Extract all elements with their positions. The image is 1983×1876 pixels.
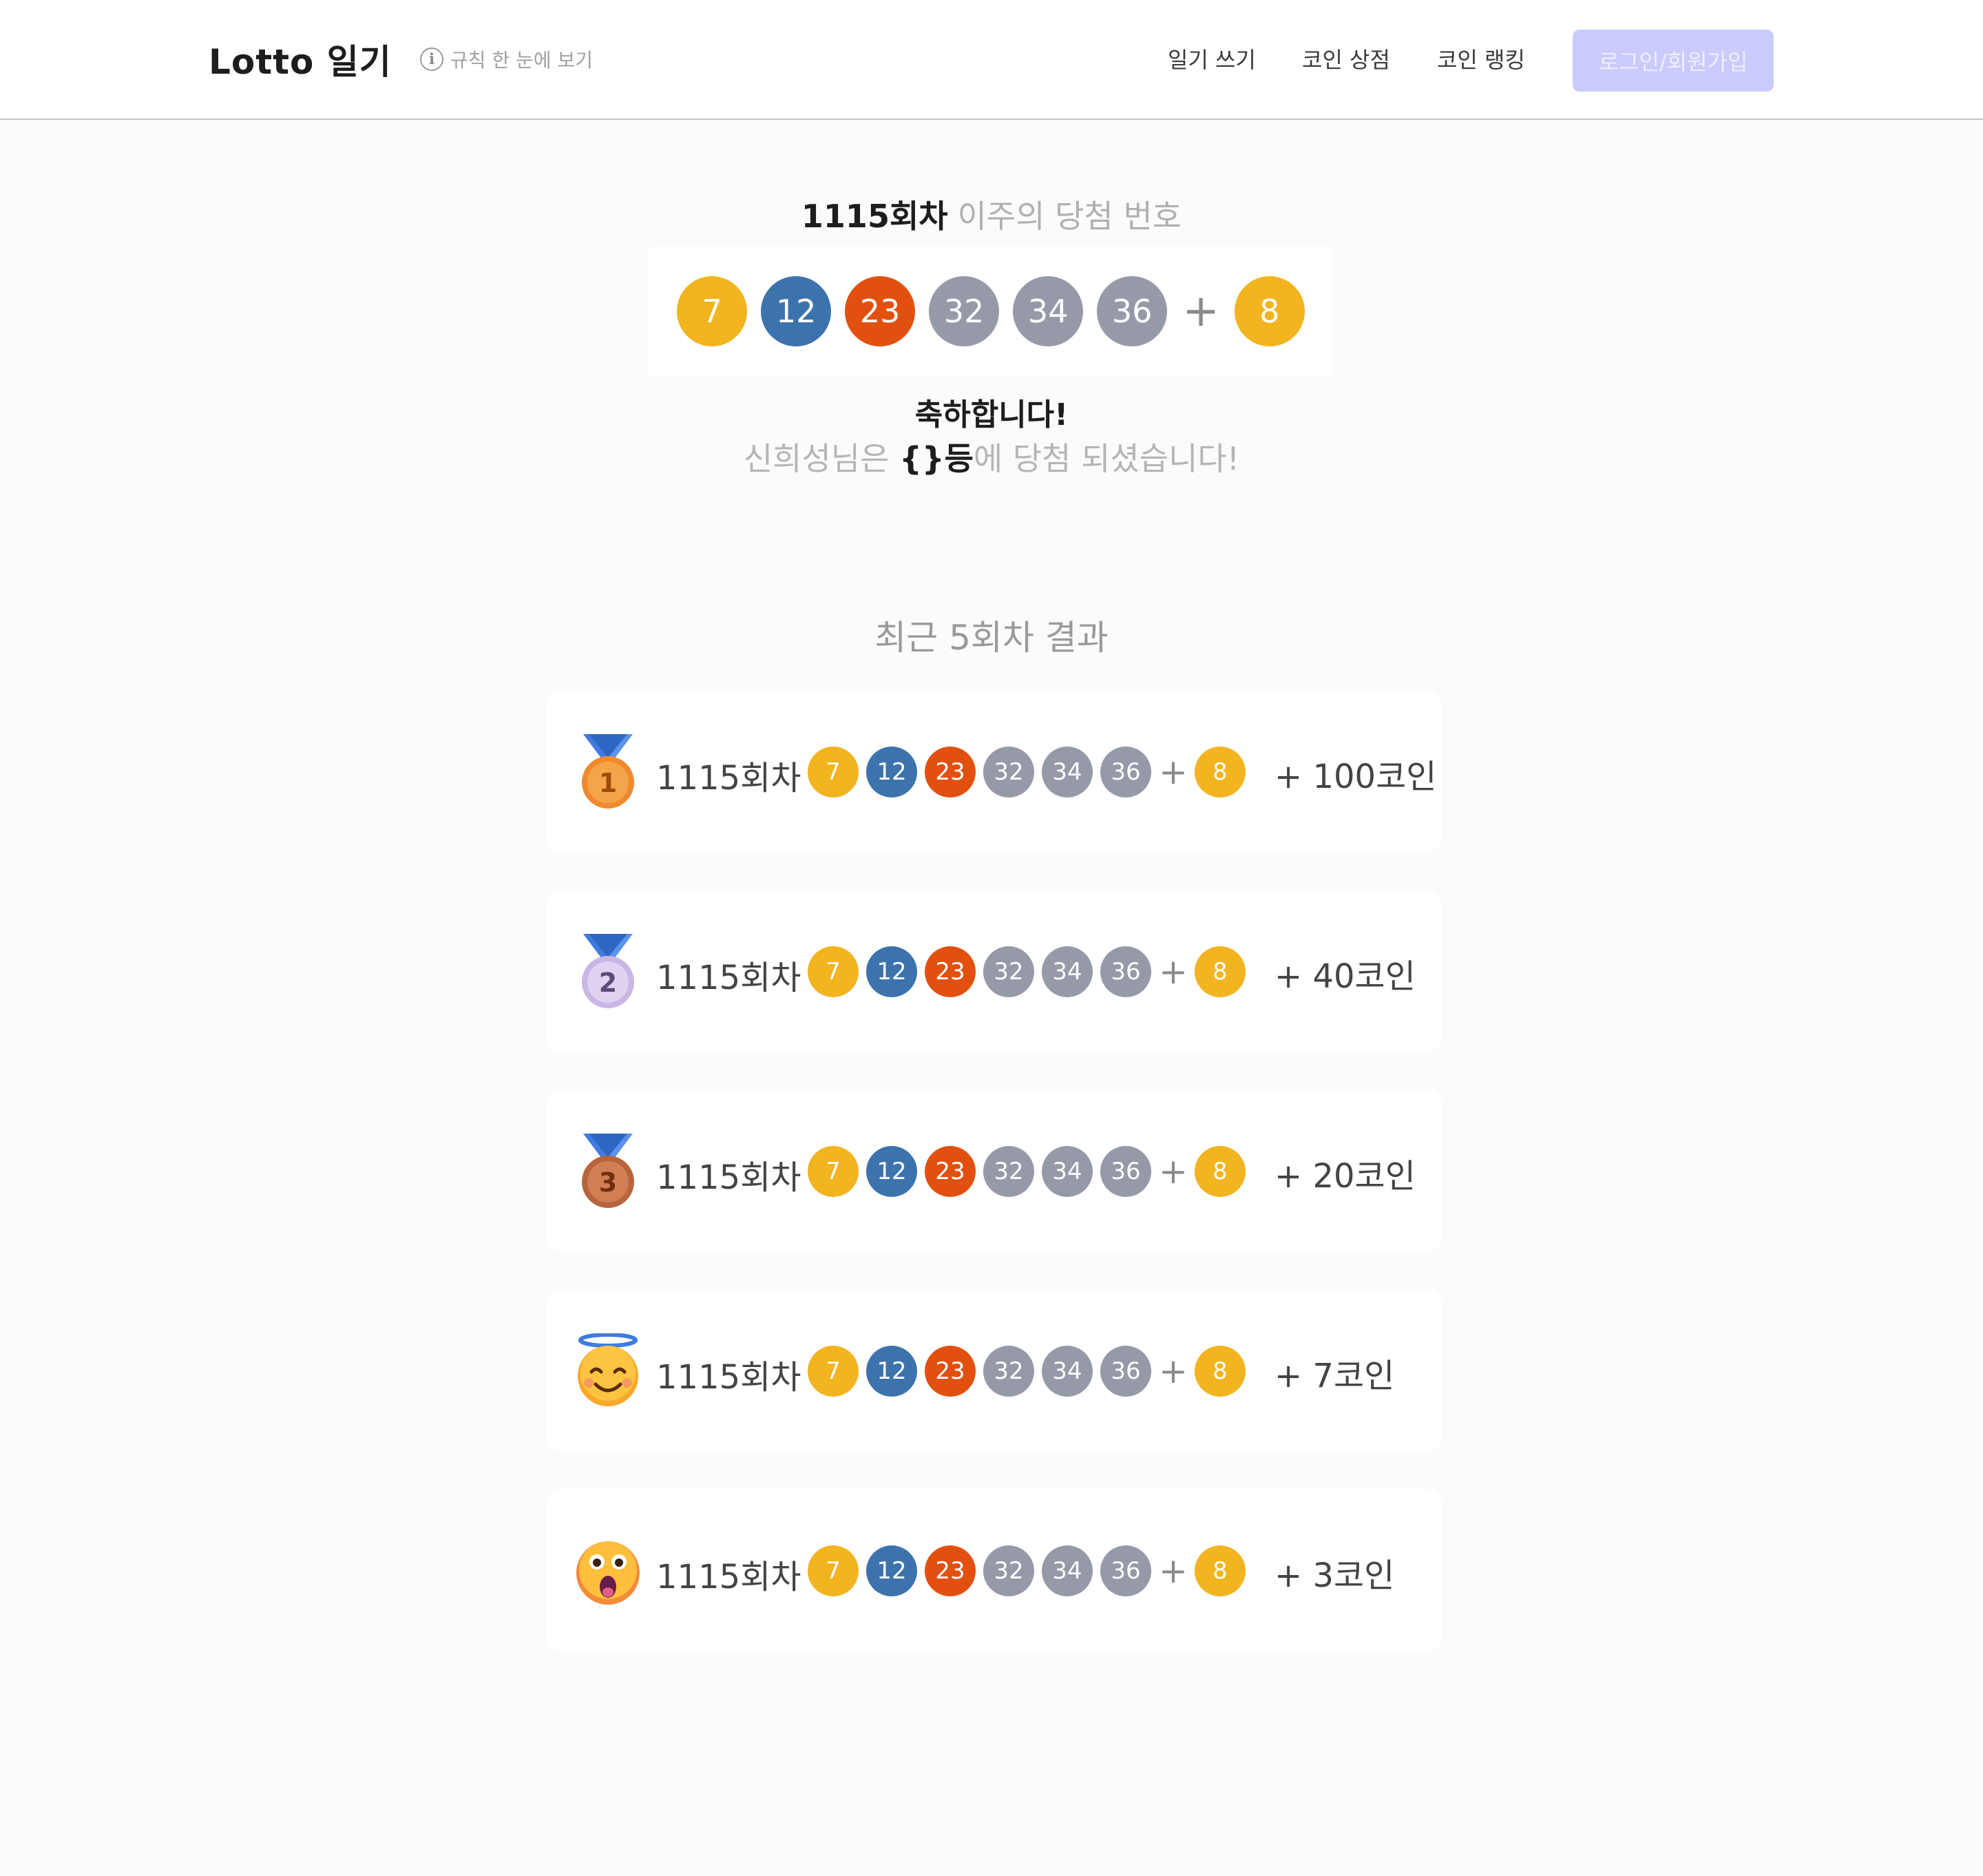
nav-coin-ranking[interactable]: 코인 랭킹 — [1437, 43, 1525, 74]
lotto-ball: 12 — [761, 276, 832, 346]
lotto-ball: 34 — [1013, 276, 1084, 346]
lotto-ball: 7 — [808, 1346, 859, 1397]
lotto-ball: 23 — [925, 946, 976, 997]
lotto-ball: 36 — [1100, 1146, 1151, 1197]
result-round: 1115회차 — [656, 1158, 801, 1197]
logo[interactable]: Lotto 일기 — [209, 34, 392, 84]
lotto-ball: 7 — [808, 946, 859, 997]
nav-coin-shop[interactable]: 코인 상점 — [1302, 43, 1390, 74]
lotto-ball: 34 — [1042, 1346, 1093, 1397]
result-card[interactable]: 3 1115회차 7 12 23 32 34 36 +8 + 20코인 — [546, 1090, 1442, 1252]
lotto-ball: 23 — [925, 1346, 976, 1397]
congrats-heading: 축하합니다! — [914, 397, 1069, 432]
bonus-ball: 8 — [1194, 1545, 1246, 1596]
lotto-ball: 12 — [866, 1346, 917, 1397]
lotto-ball: 12 — [866, 1545, 917, 1596]
coin-reward: + 20코인 — [1274, 1157, 1416, 1196]
result-round: 1115회차 — [656, 959, 801, 997]
lotto-ball: 32 — [983, 1146, 1034, 1197]
winning-numbers: 7 12 23 32 34 36 +8 — [649, 247, 1333, 376]
lotto-ball: 34 — [1042, 747, 1093, 798]
result-numbers: 7 12 23 32 34 36 +8 — [808, 1545, 1253, 1596]
result-round: 1115회차 — [656, 1558, 801, 1596]
result-card[interactable]: 1 1115회차 7 12 23 32 34 36 +8 + 100코인 — [546, 690, 1442, 853]
lotto-ball: 36 — [1100, 747, 1151, 798]
bonus-plus-sign: + — [1159, 952, 1188, 992]
svg-text:2: 2 — [599, 968, 617, 998]
bonus-ball: 8 — [1234, 276, 1305, 346]
lotto-ball: 7 — [808, 1545, 859, 1596]
lotto-ball: 36 — [1100, 946, 1151, 997]
result-card[interactable]: 1115회차 7 12 23 32 34 36 +8 + 7코인 — [546, 1289, 1442, 1452]
result-numbers: 7 12 23 32 34 36 +8 — [808, 1146, 1253, 1197]
bonus-plus-sign: + — [1159, 1551, 1188, 1591]
lotto-ball: 34 — [1042, 1146, 1093, 1197]
svg-text:1: 1 — [599, 768, 617, 798]
lotto-ball: 32 — [983, 946, 1034, 997]
coin-reward: + 40코인 — [1274, 957, 1416, 996]
bonus-ball: 8 — [1194, 747, 1246, 798]
result-round: 1115회차 — [656, 759, 801, 798]
result-numbers: 7 12 23 32 34 36 +8 — [808, 946, 1253, 997]
this-week-title: 1115회차 이주의 당첨 번호 — [0, 191, 1983, 237]
result-message-suffix: 에 당첨 되셨습니다! — [973, 440, 1240, 477]
bonus-plus-sign: + — [1159, 752, 1188, 792]
lotto-ball: 7 — [808, 1146, 859, 1197]
result-numbers: 7 12 23 32 34 36 +8 — [808, 747, 1253, 798]
bonus-plus-sign: + — [1159, 1151, 1188, 1191]
lotto-ball: 23 — [925, 1545, 976, 1596]
nav-write-diary[interactable]: 일기 쓰기 — [1168, 43, 1256, 74]
astonished-face-icon — [574, 1533, 642, 1607]
bonus-ball: 8 — [1194, 1146, 1246, 1197]
login-signup-button[interactable]: 로그인/회원가입 — [1573, 30, 1774, 92]
lotto-ball: 36 — [1097, 276, 1168, 346]
lotto-ball: 12 — [866, 946, 917, 997]
lotto-ball: 12 — [866, 1146, 917, 1197]
coin-reward: + 3코인 — [1274, 1556, 1395, 1595]
lotto-ball: 36 — [1100, 1346, 1151, 1397]
lotto-ball: 12 — [866, 747, 917, 798]
top-navbar: Lotto 일기 i 규칙 한 눈에 보기 일기 쓰기 코인 상점 코인 랭킹 … — [0, 0, 1983, 120]
bonus-plus-sign: + — [1182, 286, 1219, 337]
lotto-ball: 7 — [677, 276, 748, 346]
rules-link[interactable]: i 규칙 한 눈에 보기 — [420, 45, 593, 73]
coin-reward: + 7코인 — [1274, 1357, 1395, 1395]
lotto-ball: 34 — [1042, 946, 1093, 997]
silver-medal-icon: 2 — [574, 934, 642, 1008]
lotto-ball: 32 — [929, 276, 1000, 346]
bronze-medal-icon: 3 — [574, 1134, 642, 1208]
result-numbers: 7 12 23 32 34 36 +8 — [808, 1346, 1253, 1397]
coin-reward: + 100코인 — [1274, 758, 1437, 796]
this-week-round: 1115회차 — [801, 198, 948, 235]
lotto-ball: 32 — [983, 1545, 1034, 1596]
result-round: 1115회차 — [656, 1358, 801, 1397]
result-message: 신희성님은 {}등에 당첨 되셨습니다! — [0, 434, 1983, 479]
bonus-plus-sign: + — [1159, 1351, 1188, 1391]
bonus-ball: 8 — [1194, 1346, 1246, 1397]
result-rank: {}등 — [899, 440, 974, 477]
smiling-face-with-halo-icon — [574, 1333, 642, 1408]
result-card[interactable]: 2 1115회차 7 12 23 32 34 36 +8 + 40코인 — [546, 890, 1442, 1052]
lotto-ball: 32 — [983, 747, 1034, 798]
this-week-subtitle: 이주의 당첨 번호 — [957, 198, 1182, 235]
lotto-ball: 32 — [983, 1346, 1034, 1397]
lotto-ball: 23 — [925, 747, 976, 798]
lotto-ball: 36 — [1100, 1545, 1151, 1596]
lotto-ball: 7 — [808, 747, 859, 798]
info-icon: i — [420, 48, 443, 71]
svg-text:3: 3 — [599, 1167, 617, 1198]
result-message-prefix: 신희성님은 — [743, 440, 900, 477]
recent-results-title: 최근 5회차 결과 — [874, 618, 1109, 658]
gold-medal-icon: 1 — [574, 734, 642, 809]
lotto-ball: 34 — [1042, 1545, 1093, 1596]
result-card[interactable]: 1115회차 7 12 23 32 34 36 +8 + 3코인 — [546, 1489, 1442, 1651]
lotto-ball: 23 — [845, 276, 916, 346]
bonus-ball: 8 — [1194, 946, 1246, 997]
lotto-ball: 23 — [925, 1146, 976, 1197]
rules-link-label: 규칙 한 눈에 보기 — [450, 49, 594, 72]
